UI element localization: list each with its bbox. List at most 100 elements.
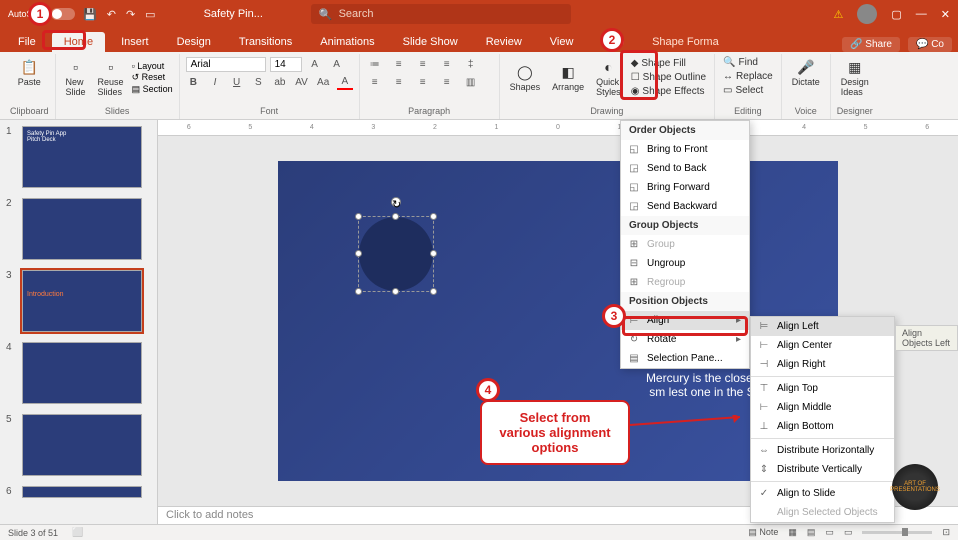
align-center-icon[interactable]: ≡ xyxy=(390,74,408,90)
align-right[interactable]: ⊣Align Right xyxy=(751,355,894,374)
notes-button[interactable]: ▤ Note xyxy=(748,527,778,538)
ungroup[interactable]: ⊟Ungroup xyxy=(621,254,749,273)
undo-icon[interactable]: ↶ xyxy=(107,8,116,21)
paste-button[interactable]: 📋Paste xyxy=(10,56,49,89)
font-size-input[interactable]: 14 xyxy=(270,57,302,72)
italic-icon[interactable]: I xyxy=(207,74,223,90)
align-bottom[interactable]: ⊥Align Bottom xyxy=(751,417,894,436)
select-button[interactable]: ▭ Select xyxy=(721,84,775,97)
distribute-horizontally[interactable]: ⇔Distribute Horizontally xyxy=(751,441,894,460)
selected-shape[interactable]: ↻ xyxy=(358,216,434,292)
tab-design[interactable]: Design xyxy=(165,32,223,52)
thumbnail-2[interactable] xyxy=(22,198,142,260)
line-spacing-icon[interactable]: ‡ xyxy=(462,56,480,72)
replace-button[interactable]: ↔ Replace xyxy=(721,70,775,83)
send-to-back[interactable]: ◲Send to Back xyxy=(621,159,749,178)
thumbnail-4[interactable] xyxy=(22,342,142,404)
resize-handle[interactable] xyxy=(430,288,437,295)
align-center[interactable]: ⊢Align Center xyxy=(751,336,894,355)
search-box[interactable]: 🔍 Search xyxy=(311,4,571,24)
tab-transitions[interactable]: Transitions xyxy=(227,32,304,52)
document-title[interactable]: Safety Pin... xyxy=(204,8,263,20)
resize-handle[interactable] xyxy=(355,213,362,220)
font-name-input[interactable]: Arial xyxy=(186,57,266,72)
bring-forward[interactable]: ◱Bring Forward xyxy=(621,178,749,197)
align-top[interactable]: ⊤Align Top xyxy=(751,379,894,398)
resize-handle[interactable] xyxy=(430,250,437,257)
shadow-icon[interactable]: ab xyxy=(272,74,288,90)
thumbnail-panel[interactable]: 1Safety Pin AppPitch Deck 2 3Introductio… xyxy=(0,120,158,524)
warning-icon[interactable]: ⚠ xyxy=(834,8,844,21)
slideshow-view-icon[interactable]: ▭ xyxy=(844,527,853,538)
numbering-icon[interactable]: ≡ xyxy=(390,56,408,72)
reuse-slides-button[interactable]: ▫Reuse Slides xyxy=(94,56,128,99)
tab-slideshow[interactable]: Slide Show xyxy=(391,32,470,52)
align-to-slide[interactable]: ✓Align to Slide xyxy=(751,484,894,503)
tab-insert[interactable]: Insert xyxy=(109,32,161,52)
underline-icon[interactable]: U xyxy=(229,74,245,90)
tab-animations[interactable]: Animations xyxy=(308,32,386,52)
user-avatar[interactable] xyxy=(857,4,877,24)
save-icon[interactable]: 💾 xyxy=(83,8,97,21)
increase-font-icon[interactable]: A xyxy=(306,56,324,72)
sorter-view-icon[interactable]: ▤ xyxy=(807,527,816,538)
spacing-icon[interactable]: AV xyxy=(294,74,310,90)
reset-button[interactable]: ↺ Reset xyxy=(132,72,173,83)
align-left-icon[interactable]: ≡ xyxy=(366,74,384,90)
normal-view-icon[interactable]: ▦ xyxy=(788,527,797,538)
section-button[interactable]: ▤ Section xyxy=(132,84,173,95)
case-icon[interactable]: Aa xyxy=(315,74,331,90)
resize-handle[interactable] xyxy=(355,250,362,257)
shapes-button[interactable]: ◯Shapes xyxy=(506,61,545,94)
ribbon-options-icon[interactable]: ▢ xyxy=(891,8,901,21)
horizontal-ruler[interactable]: 6543210123456 xyxy=(158,120,958,136)
justify-icon[interactable]: ≡ xyxy=(438,74,456,90)
rotate-handle[interactable]: ↻ xyxy=(391,197,401,207)
bring-to-front[interactable]: ◱Bring to Front xyxy=(621,140,749,159)
align-right-icon[interactable]: ≡ xyxy=(414,74,432,90)
distribute-vertically[interactable]: ⇕Distribute Vertically xyxy=(751,460,894,479)
resize-handle[interactable] xyxy=(355,288,362,295)
design-ideas-button[interactable]: ▦Design Ideas xyxy=(837,56,873,99)
find-button[interactable]: 🔍 Find xyxy=(721,56,775,69)
decrease-font-icon[interactable]: A xyxy=(328,56,346,72)
thumbnail-1[interactable]: Safety Pin AppPitch Deck xyxy=(22,126,142,188)
indent-dec-icon[interactable]: ≡ xyxy=(414,56,432,72)
thumbnail-3[interactable]: Introduction xyxy=(22,270,142,332)
dictate-button[interactable]: 🎤Dictate xyxy=(788,56,824,89)
reading-view-icon[interactable]: ▭ xyxy=(825,527,834,538)
arrange-button[interactable]: ◧Arrange xyxy=(548,61,588,94)
layout-button[interactable]: ▫ Layout xyxy=(132,61,173,71)
language-indicator[interactable]: ⬜ xyxy=(72,527,83,538)
slide-counter[interactable]: Slide 3 of 51 xyxy=(8,528,58,538)
strike-icon[interactable]: S xyxy=(250,74,266,90)
tab-view[interactable]: View xyxy=(538,32,586,52)
zoom-thumb[interactable] xyxy=(902,528,908,536)
align-left[interactable]: ⊨Align Left xyxy=(751,317,894,336)
indent-inc-icon[interactable]: ≡ xyxy=(438,56,456,72)
columns-icon[interactable]: ▥ xyxy=(462,74,480,90)
fit-to-window-icon[interactable]: ⊡ xyxy=(942,527,950,538)
bold-icon[interactable]: B xyxy=(186,74,202,90)
minimize-icon[interactable]: — xyxy=(916,8,927,20)
selection-pane[interactable]: ▤Selection Pane... xyxy=(621,349,749,368)
tab-review[interactable]: Review xyxy=(474,32,534,52)
resize-handle[interactable] xyxy=(392,288,399,295)
thumbnail-6[interactable] xyxy=(22,486,142,498)
thumbnail-5[interactable] xyxy=(22,414,142,476)
new-slide-button[interactable]: ▫New Slide xyxy=(62,56,90,99)
align-middle[interactable]: ⊢Align Middle xyxy=(751,398,894,417)
close-icon[interactable]: ✕ xyxy=(941,8,950,21)
send-backward[interactable]: ◲Send Backward xyxy=(621,197,749,216)
redo-icon[interactable]: ↷ xyxy=(126,8,135,21)
tab-shape-format[interactable]: Shape Forma xyxy=(640,32,731,52)
circle-shape[interactable] xyxy=(359,217,433,291)
comments-button[interactable]: 💬 Co xyxy=(908,37,952,52)
font-color-icon[interactable]: A xyxy=(337,74,353,90)
start-show-icon[interactable]: ▭ xyxy=(145,8,155,21)
resize-handle[interactable] xyxy=(430,213,437,220)
share-button[interactable]: 🔗 Share xyxy=(842,37,900,52)
zoom-slider[interactable] xyxy=(862,531,932,534)
bullets-icon[interactable]: ≔ xyxy=(366,56,384,72)
resize-handle[interactable] xyxy=(392,213,399,220)
